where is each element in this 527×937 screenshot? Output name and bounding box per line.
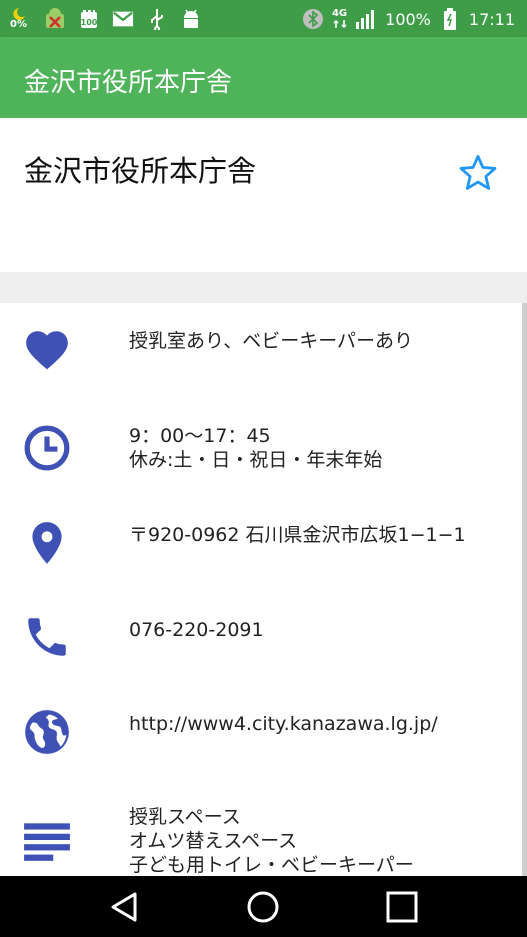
scrollbar[interactable]	[522, 303, 527, 876]
clock-icon	[24, 425, 70, 471]
gmail-icon	[112, 11, 134, 27]
list-item-notes[interactable]: 授乳スペース オムツ替えスペース 子ども用トイレ・ベビーキーパー	[0, 779, 522, 876]
text-line: http://www4.city.kanazawa.lg.jp/	[129, 713, 438, 735]
list-item-hours[interactable]: 9：00〜17：45 休み:土・日・祝日・年末年始	[0, 397, 522, 497]
notes-text: 授乳スペース オムツ替えスペース 子ども用トイレ・ベビーキーパー	[129, 805, 414, 877]
battery-percent: 100%	[385, 9, 431, 29]
address-text: 〒920-0962 石川県金沢市広坂1−1−1	[129, 523, 466, 547]
text-line: 076-220-2091	[129, 619, 264, 641]
recents-icon[interactable]	[383, 888, 421, 926]
text-line: 休み:土・日・祝日・年末年始	[129, 449, 383, 471]
network-type: 4G	[332, 9, 347, 29]
android-icon	[184, 9, 198, 28]
moon-battery-icon: 0%	[10, 6, 32, 32]
star-outline-icon[interactable]	[457, 152, 499, 194]
network-label: 4G	[331, 8, 348, 19]
bluetooth-icon	[302, 9, 323, 29]
text-line: オムツ替えスペース	[129, 830, 298, 852]
section-divider	[0, 272, 527, 303]
text-line: 子ども用トイレ・ベビーキーパー	[129, 854, 414, 876]
android-blocked-icon	[46, 8, 64, 28]
back-icon[interactable]	[105, 888, 143, 926]
website-text: http://www4.city.kanazawa.lg.jp/	[129, 712, 438, 736]
phone-icon	[28, 618, 66, 656]
app-bar-title: 金沢市役所本庁舎	[24, 68, 233, 98]
text-line: 9：00〜17：45	[129, 425, 271, 447]
network-icon	[332, 19, 347, 29]
app-bar: 金沢市役所本庁舎	[0, 37, 527, 118]
svg-text:100: 100	[81, 18, 98, 27]
place-name: 金沢市役所本庁舎	[24, 154, 257, 188]
status-bar: 0% 100 4G 100% 17:11	[0, 0, 527, 37]
list-item-website[interactable]: http://www4.city.kanazawa.lg.jp/	[0, 684, 522, 780]
facilities-text: 授乳室あり、ベビーキーパーあり	[129, 329, 413, 353]
text-line: 〒920-0962 石川県金沢市広坂1−1−1	[129, 524, 466, 546]
clock-time: 17:11	[468, 9, 515, 29]
battery-icon	[443, 8, 456, 30]
navigation-bar	[0, 876, 527, 937]
list-item-address[interactable]: 〒920-0962 石川県金沢市広坂1−1−1	[0, 496, 522, 591]
battery-small-label: 0%	[10, 19, 27, 30]
text-line: 授乳室あり、ベビーキーパーあり	[129, 330, 414, 352]
place-header: 金沢市役所本庁舎	[0, 118, 527, 272]
globe-icon	[25, 710, 69, 754]
list-item-phone[interactable]: 076-220-2091	[0, 590, 522, 685]
phone-text: 076-220-2091	[129, 618, 264, 642]
signal-icon	[356, 10, 375, 29]
location-pin-icon	[32, 522, 62, 564]
storage-100-icon: 100	[81, 10, 98, 28]
text-line: 授乳スペース	[129, 806, 241, 828]
notes-icon	[24, 823, 70, 861]
heart-icon	[26, 331, 68, 370]
home-icon[interactable]	[244, 888, 282, 926]
usb-icon	[151, 9, 163, 30]
hours-text: 9：00〜17：45 休み:土・日・祝日・年末年始	[129, 424, 382, 472]
list-item-facilities[interactable]: 授乳室あり、ベビーキーパーあり	[0, 303, 522, 398]
